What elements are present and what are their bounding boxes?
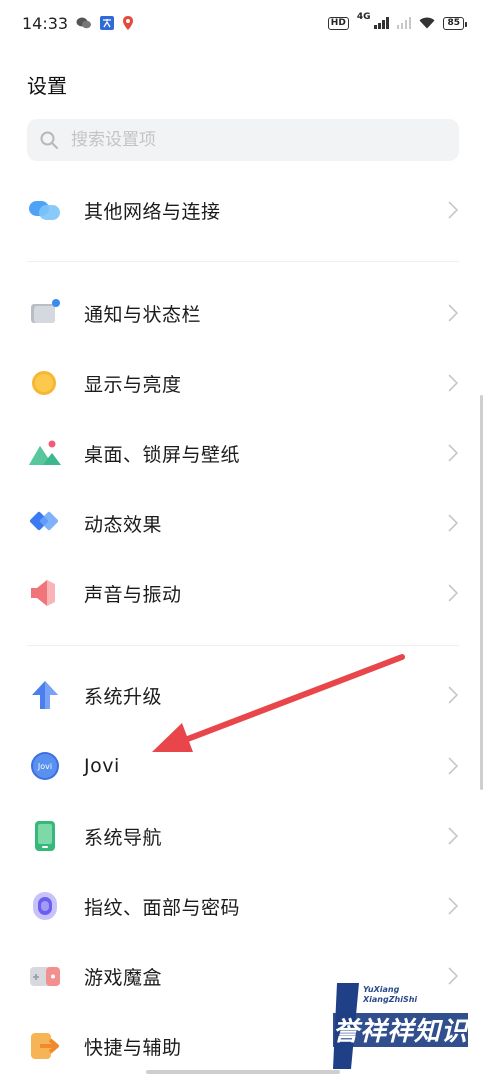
setting-label: 桌面、锁屏与壁纸 (84, 443, 241, 466)
wechat-icon (76, 17, 92, 29)
game-box-icon (30, 967, 60, 986)
page-title: 设置 (27, 74, 67, 98)
watermark-logo: YuXiang XiangZhiShi 誉祥祥知识 (333, 983, 473, 1069)
setting-other-networks[interactable]: 其他网络与连接 (0, 180, 486, 240)
notification-icon (31, 299, 60, 323)
setting-label: 指纹、面部与密码 (84, 896, 241, 919)
setting-jovi[interactable]: Jovi Jovi (0, 736, 486, 796)
network-type: 4G (356, 12, 371, 22)
wallpaper-icon (29, 440, 61, 465)
status-bar: 14:33 HD 4G 85 (0, 0, 486, 46)
chevron-right-icon (448, 514, 458, 532)
hd-badge: HD (327, 16, 349, 30)
chevron-right-icon (448, 757, 458, 775)
setting-label: 系统升级 (84, 685, 163, 708)
setting-label: Jovi (84, 755, 120, 777)
setting-label: 声音与振动 (84, 583, 182, 606)
watermark-sub-line1: YuXiang (363, 985, 400, 994)
location-pin-icon (123, 16, 134, 30)
search-bar[interactable] (27, 119, 459, 161)
status-time: 14:33 (22, 13, 69, 33)
motion-effects-icon (29, 511, 59, 531)
watermark-sub-line2: XiangZhiShi (363, 995, 418, 1004)
setting-label: 其他网络与连接 (84, 200, 221, 223)
signal-strength-icon (374, 17, 389, 29)
setting-notifications[interactable]: 通知与状态栏 (0, 283, 486, 343)
chevron-right-icon (448, 304, 458, 322)
wifi-icon (419, 17, 435, 29)
chevron-right-icon (448, 827, 458, 845)
setting-motion-effects[interactable]: 动态效果 (0, 493, 486, 553)
setting-system-navigation[interactable]: 系统导航 (0, 806, 486, 866)
chevron-right-icon (448, 201, 458, 219)
setting-label: 显示与亮度 (84, 373, 182, 396)
home-indicator[interactable] (146, 1070, 340, 1074)
search-icon (40, 131, 58, 149)
section-divider (27, 645, 459, 646)
fingerprint-icon (33, 892, 57, 920)
setting-sound[interactable]: 声音与振动 (0, 563, 486, 623)
brightness-icon (32, 371, 56, 395)
jovi-icon: Jovi (31, 752, 59, 780)
chevron-right-icon (448, 897, 458, 915)
setting-label: 快捷与辅助 (84, 1036, 182, 1059)
battery-indicator: 85 (443, 16, 467, 30)
search-input[interactable] (69, 129, 433, 151)
setting-system-update[interactable]: 系统升级 (0, 665, 486, 725)
setting-wallpaper[interactable]: 桌面、锁屏与壁纸 (0, 423, 486, 483)
chevron-right-icon (448, 374, 458, 392)
setting-label: 动态效果 (84, 513, 163, 536)
jovi-icon-text: Jovi (37, 762, 52, 771)
setting-label: 通知与状态栏 (84, 303, 202, 326)
system-navigation-icon (35, 821, 55, 851)
chevron-right-icon (448, 686, 458, 704)
system-update-icon (32, 681, 58, 709)
scrollbar[interactable] (480, 395, 483, 790)
section-divider (27, 261, 459, 262)
sound-icon (31, 580, 55, 606)
signal-sim2-icon (396, 17, 412, 29)
setting-fingerprint[interactable]: 指纹、面部与密码 (0, 876, 486, 936)
watermark-subtitle: YuXiang XiangZhiShi (363, 985, 417, 1005)
setting-label: 系统导航 (84, 826, 163, 849)
shortcut-icon (31, 1033, 59, 1059)
setting-display[interactable]: 显示与亮度 (0, 353, 486, 413)
translate-app-icon (100, 16, 115, 30)
network-bubbles-icon (29, 201, 60, 220)
setting-label: 游戏魔盒 (84, 966, 163, 989)
watermark-title: 誉祥祥知识 (333, 1017, 469, 1047)
chevron-right-icon (448, 444, 458, 462)
chevron-right-icon (448, 584, 458, 602)
